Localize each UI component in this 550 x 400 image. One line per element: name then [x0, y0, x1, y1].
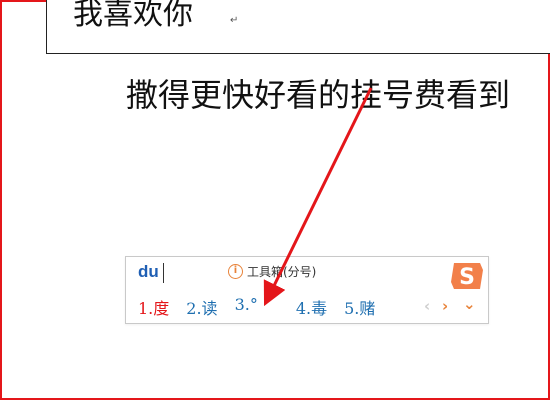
textbox-text: 我喜欢你 — [73, 0, 193, 32]
ime-candidate-5[interactable]: 5.赌 — [344, 295, 375, 319]
previous-page-icon[interactable]: ‹ — [424, 297, 430, 315]
document-page: 我喜欢你 ↵ 撒得更快好看的挂号费看到 du i 工具箱(分号) S 1.度 2… — [0, 0, 550, 400]
ime-toolbox-hint[interactable]: i 工具箱(分号) — [228, 263, 316, 280]
ime-candidate-1[interactable]: 1.度 — [138, 295, 169, 319]
text-caret — [163, 263, 164, 283]
ime-candidate-window: du i 工具箱(分号) S 1.度 2.读 3.° 4.毒 5.赌 ‹ › ⌄ — [125, 256, 489, 324]
ime-toolbox-hint-label: 工具箱(分号) — [247, 265, 317, 279]
expand-candidates-icon[interactable]: ⌄ — [463, 295, 476, 313]
ime-candidate-2[interactable]: 2.读 — [186, 295, 217, 319]
ime-candidate-3[interactable]: 3.° — [235, 295, 258, 319]
text-box[interactable]: 我喜欢你 ↵ — [46, 0, 550, 54]
ime-candidate-4[interactable]: 4.毒 — [296, 295, 327, 319]
ime-composition-input: du — [138, 262, 159, 281]
annotation-arrow — [263, 87, 373, 307]
sogou-logo-icon: S — [451, 263, 483, 290]
paragraph-mark-icon: ↵ — [230, 15, 239, 26]
info-icon: i — [228, 264, 243, 279]
ime-candidate-list: 1.度 2.读 3.° 4.毒 5.赌 — [138, 295, 392, 319]
document-text-line[interactable]: 撒得更快好看的挂号费看到 — [126, 74, 510, 116]
svg-text:S: S — [459, 265, 475, 290]
next-page-icon[interactable]: › — [442, 297, 448, 315]
